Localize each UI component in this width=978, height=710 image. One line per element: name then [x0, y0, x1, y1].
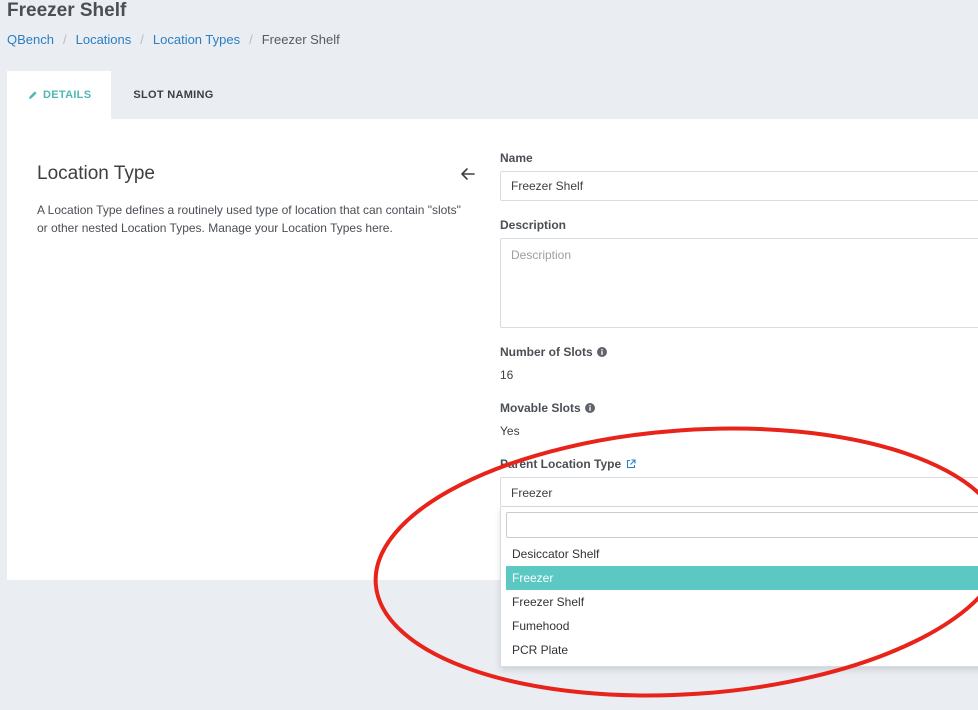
dropdown-option-selected[interactable]: Freezer [506, 566, 978, 590]
movable-label-row: Movable Slots [500, 401, 595, 415]
breadcrumb-location-types[interactable]: Location Types [153, 32, 240, 47]
name-input[interactable] [500, 171, 978, 201]
tab-bar: DETAILS SLOT NAMING [7, 71, 236, 119]
tab-details-label: DETAILS [43, 89, 92, 101]
movable-value: Yes [500, 424, 520, 438]
page-title: Freezer Shelf [7, 0, 127, 21]
breadcrumb-current: Freezer Shelf [261, 32, 340, 47]
dropdown-option[interactable]: Desiccator Shelf [506, 542, 978, 566]
dropdown-search-input[interactable] [506, 512, 978, 538]
external-link-icon[interactable] [626, 459, 636, 469]
description-input[interactable] [500, 238, 978, 328]
breadcrumb: QBench / Locations / Location Types / Fr… [7, 32, 340, 47]
parent-location-dropdown: Desiccator Shelf Freezer Freezer Shelf F… [500, 507, 978, 667]
info-icon[interactable] [584, 403, 595, 413]
breadcrumb-separator: / [62, 32, 67, 47]
breadcrumb-locations[interactable]: Locations [76, 32, 132, 47]
info-icon[interactable] [596, 347, 607, 357]
section-description: A Location Type defines a routinely used… [37, 203, 461, 235]
breadcrumb-qbench[interactable]: QBench [7, 32, 54, 47]
tab-slot-naming[interactable]: SLOT NAMING [111, 71, 235, 119]
tab-details[interactable]: DETAILS [7, 71, 112, 119]
dropdown-options: Desiccator Shelf Freezer Freezer Shelf F… [506, 542, 978, 662]
parent-location-select[interactable]: Freezer [500, 477, 978, 507]
movable-label: Movable Slots [500, 401, 581, 415]
slots-label: Number of Slots [500, 345, 593, 359]
slots-label-row: Number of Slots [500, 345, 607, 359]
description-label: Description [500, 218, 567, 232]
pencil-icon [28, 90, 38, 100]
parent-label-row: Parent Location Type [500, 457, 636, 471]
breadcrumb-separator: / [249, 32, 253, 47]
parent-label: Parent Location Type [500, 457, 622, 471]
dropdown-option[interactable]: PCR Plate [506, 638, 978, 662]
slots-value: 16 [500, 368, 514, 382]
dropdown-option[interactable]: Fumehood [506, 614, 978, 638]
breadcrumb-separator: / [140, 32, 144, 47]
dropdown-option[interactable]: Freezer Shelf [506, 590, 978, 614]
name-label: Name [500, 151, 533, 165]
tab-slot-naming-label: SLOT NAMING [133, 89, 214, 101]
back-arrow-icon[interactable] [459, 165, 477, 183]
section-title: Location Type [37, 163, 155, 184]
